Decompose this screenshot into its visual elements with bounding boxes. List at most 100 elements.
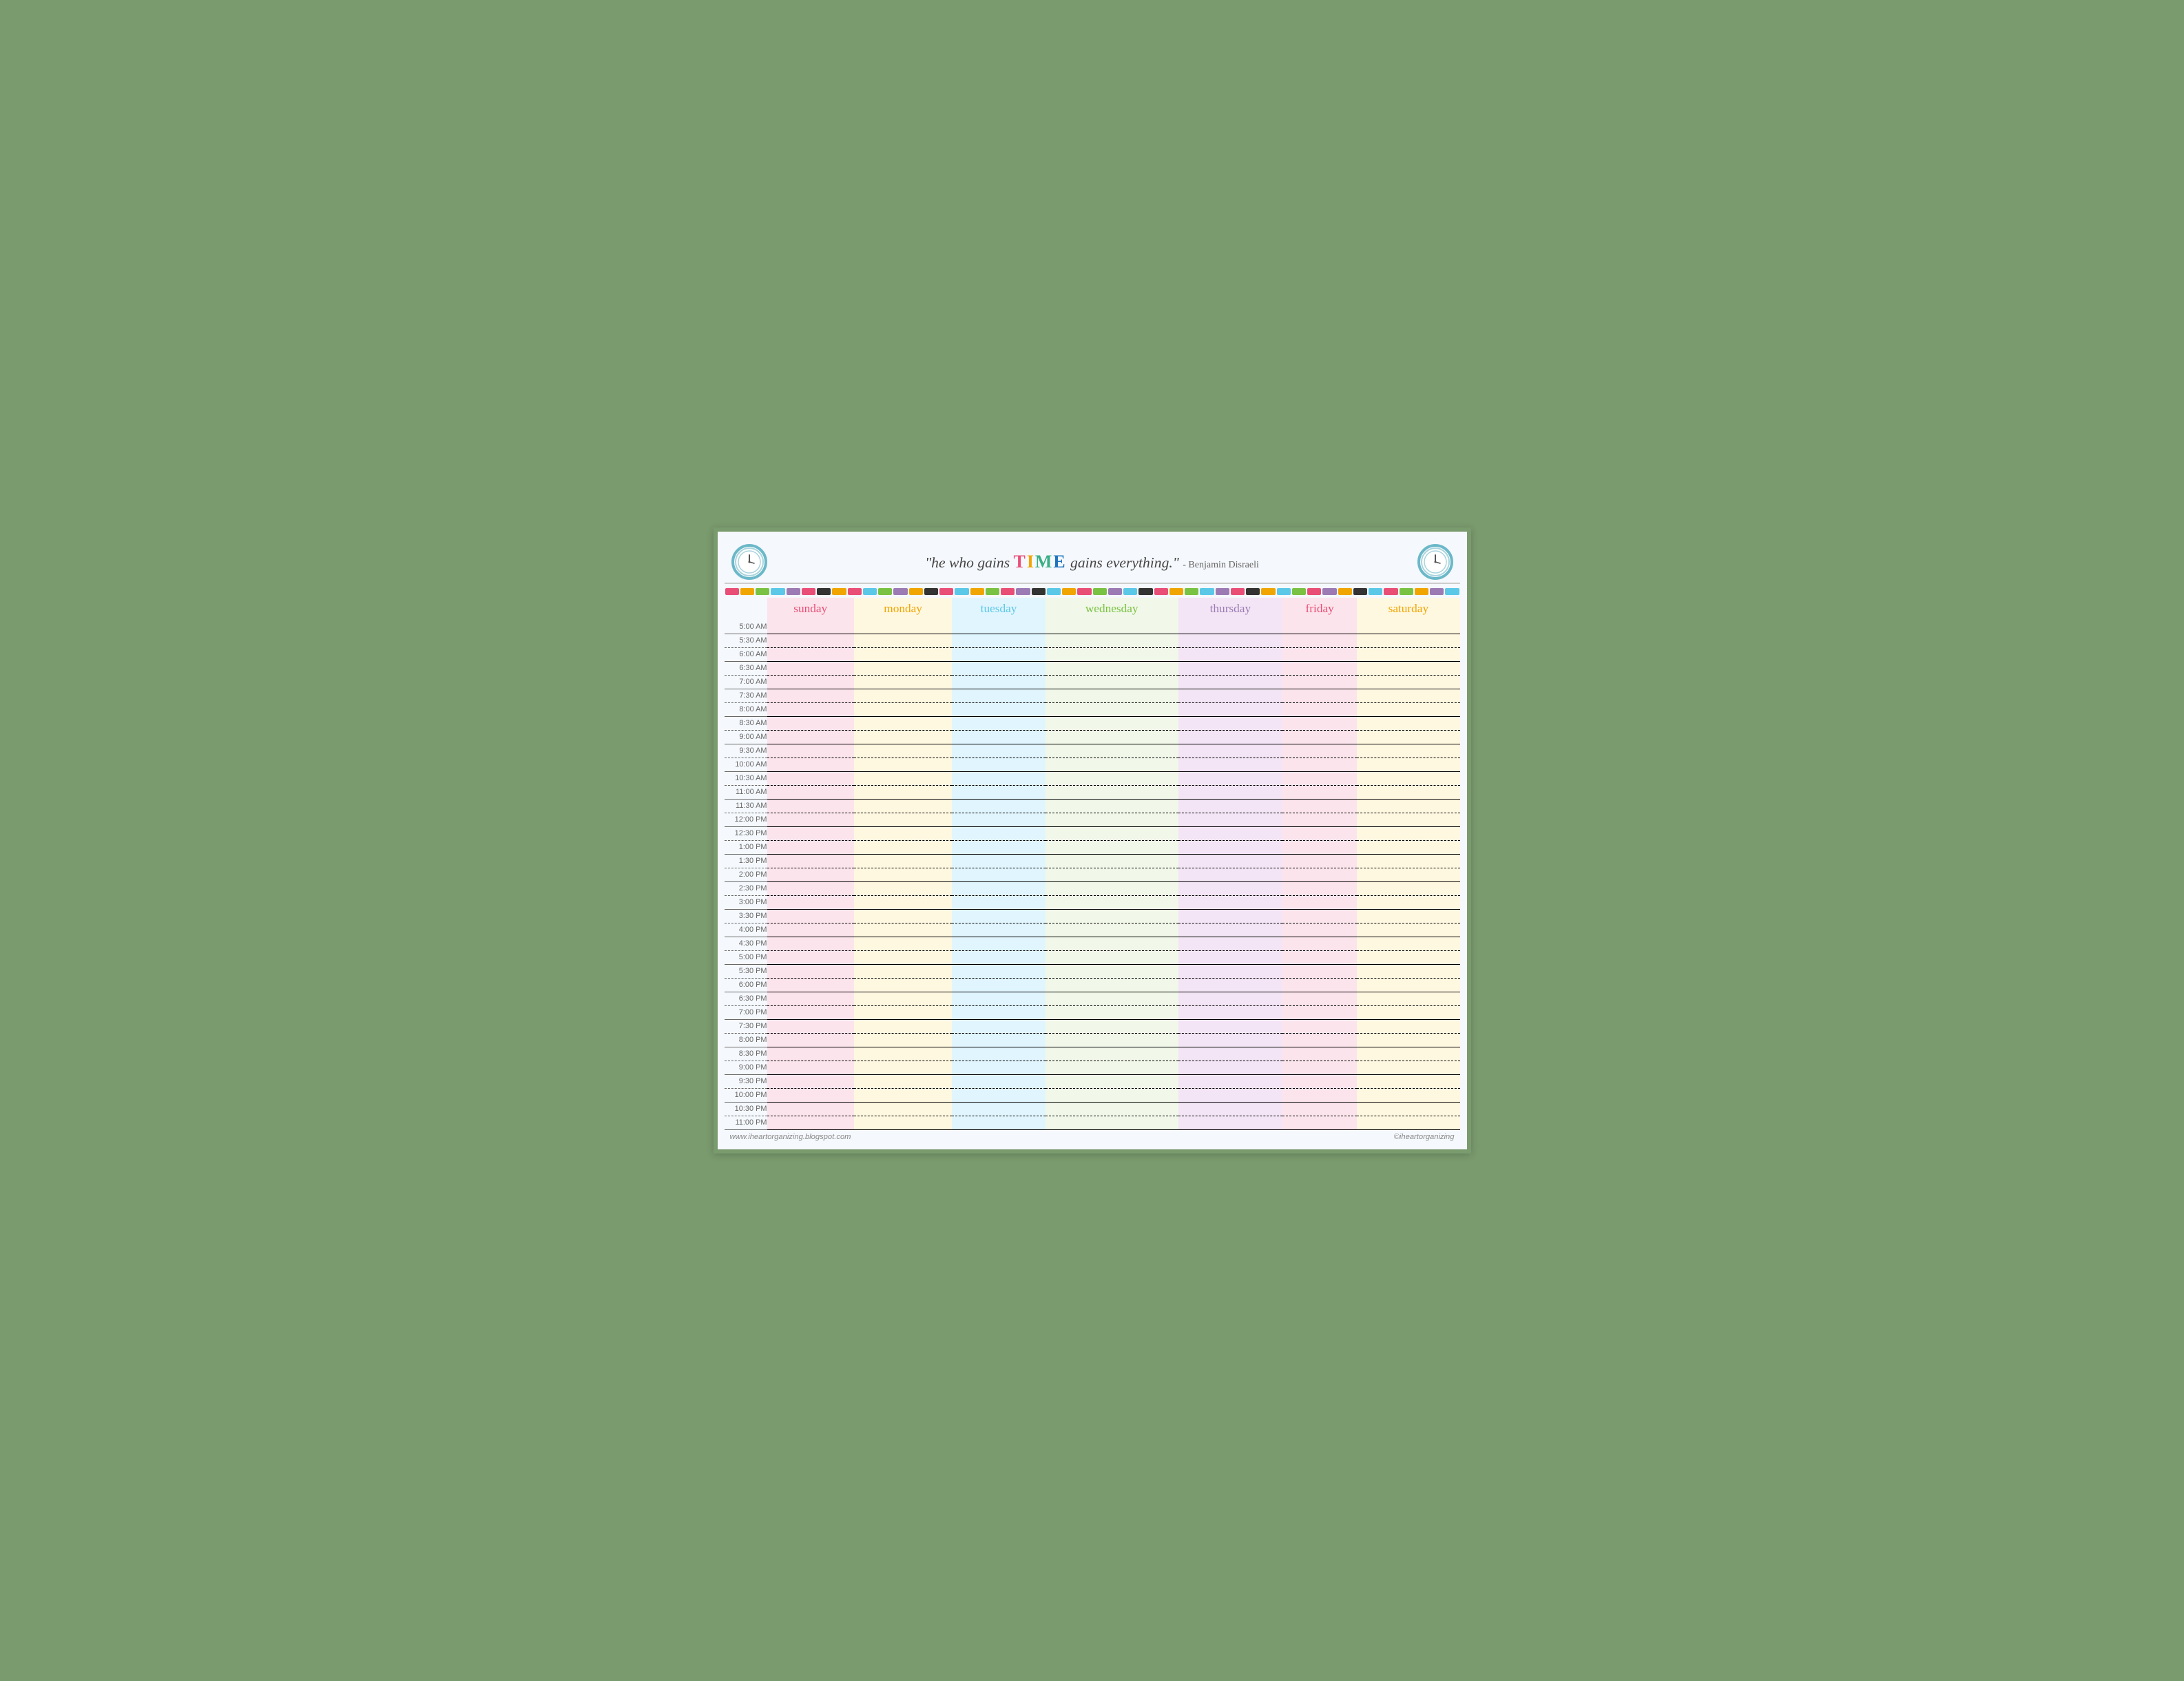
schedule-cell[interactable]: [1178, 785, 1283, 799]
schedule-cell[interactable]: [1178, 702, 1283, 716]
schedule-cell[interactable]: [952, 1047, 1046, 1061]
schedule-cell[interactable]: [952, 937, 1046, 950]
schedule-cell[interactable]: [854, 1074, 952, 1088]
schedule-cell[interactable]: [767, 1116, 854, 1129]
schedule-cell[interactable]: [1282, 634, 1357, 647]
schedule-cell[interactable]: [1046, 992, 1178, 1005]
schedule-cell[interactable]: [1357, 840, 1459, 854]
schedule-cell[interactable]: [952, 661, 1046, 675]
schedule-cell[interactable]: [1357, 950, 1459, 964]
schedule-cell[interactable]: [952, 689, 1046, 702]
schedule-cell[interactable]: [1046, 895, 1178, 909]
schedule-cell[interactable]: [1282, 950, 1357, 964]
schedule-cell[interactable]: [1178, 1074, 1283, 1088]
schedule-cell[interactable]: [1178, 758, 1283, 771]
schedule-cell[interactable]: [1178, 1116, 1283, 1129]
schedule-cell[interactable]: [952, 813, 1046, 826]
schedule-cell[interactable]: [854, 799, 952, 813]
schedule-cell[interactable]: [1046, 840, 1178, 854]
schedule-cell[interactable]: [1178, 1033, 1283, 1047]
schedule-cell[interactable]: [854, 634, 952, 647]
schedule-cell[interactable]: [1357, 675, 1459, 689]
schedule-cell[interactable]: [854, 813, 952, 826]
schedule-cell[interactable]: [1282, 826, 1357, 840]
schedule-cell[interactable]: [767, 675, 854, 689]
schedule-cell[interactable]: [1046, 1019, 1178, 1033]
schedule-cell[interactable]: [1178, 744, 1283, 758]
schedule-cell[interactable]: [1282, 937, 1357, 950]
schedule-cell[interactable]: [952, 923, 1046, 937]
schedule-cell[interactable]: [1046, 923, 1178, 937]
schedule-cell[interactable]: [1178, 1005, 1283, 1019]
schedule-cell[interactable]: [1357, 771, 1459, 785]
schedule-cell[interactable]: [1282, 895, 1357, 909]
schedule-cell[interactable]: [1178, 1088, 1283, 1102]
schedule-cell[interactable]: [1282, 1102, 1357, 1116]
schedule-cell[interactable]: [1046, 881, 1178, 895]
schedule-cell[interactable]: [1282, 1088, 1357, 1102]
schedule-cell[interactable]: [952, 950, 1046, 964]
schedule-cell[interactable]: [1282, 1116, 1357, 1129]
schedule-cell[interactable]: [1178, 716, 1283, 730]
schedule-cell[interactable]: [1357, 964, 1459, 978]
schedule-cell[interactable]: [1178, 1102, 1283, 1116]
schedule-cell[interactable]: [1357, 785, 1459, 799]
schedule-cell[interactable]: [952, 1061, 1046, 1074]
schedule-cell[interactable]: [1357, 689, 1459, 702]
schedule-cell[interactable]: [1357, 895, 1459, 909]
schedule-cell[interactable]: [1282, 992, 1357, 1005]
schedule-cell[interactable]: [952, 992, 1046, 1005]
schedule-cell[interactable]: [1046, 868, 1178, 881]
schedule-cell[interactable]: [1357, 909, 1459, 923]
schedule-cell[interactable]: [1282, 785, 1357, 799]
schedule-cell[interactable]: [1282, 661, 1357, 675]
schedule-cell[interactable]: [1046, 647, 1178, 661]
schedule-cell[interactable]: [854, 909, 952, 923]
schedule-cell[interactable]: [1357, 716, 1459, 730]
schedule-cell[interactable]: [1178, 950, 1283, 964]
schedule-cell[interactable]: [767, 785, 854, 799]
schedule-cell[interactable]: [854, 689, 952, 702]
schedule-cell[interactable]: [1178, 647, 1283, 661]
schedule-cell[interactable]: [1282, 702, 1357, 716]
schedule-cell[interactable]: [1046, 1033, 1178, 1047]
schedule-cell[interactable]: [1282, 1074, 1357, 1088]
schedule-cell[interactable]: [952, 634, 1046, 647]
schedule-cell[interactable]: [767, 826, 854, 840]
schedule-cell[interactable]: [1357, 1047, 1459, 1061]
schedule-cell[interactable]: [952, 771, 1046, 785]
schedule-cell[interactable]: [1357, 1074, 1459, 1088]
schedule-cell[interactable]: [952, 620, 1046, 634]
schedule-cell[interactable]: [1282, 675, 1357, 689]
schedule-cell[interactable]: [1282, 771, 1357, 785]
schedule-cell[interactable]: [1282, 716, 1357, 730]
schedule-cell[interactable]: [952, 1033, 1046, 1047]
schedule-cell[interactable]: [1178, 799, 1283, 813]
schedule-cell[interactable]: [1282, 868, 1357, 881]
schedule-cell[interactable]: [854, 1033, 952, 1047]
schedule-cell[interactable]: [1282, 799, 1357, 813]
schedule-cell[interactable]: [1282, 730, 1357, 744]
schedule-cell[interactable]: [767, 854, 854, 868]
schedule-cell[interactable]: [1357, 923, 1459, 937]
schedule-cell[interactable]: [952, 1074, 1046, 1088]
schedule-cell[interactable]: [1178, 868, 1283, 881]
schedule-cell[interactable]: [1046, 689, 1178, 702]
schedule-cell[interactable]: [952, 675, 1046, 689]
schedule-cell[interactable]: [854, 978, 952, 992]
schedule-cell[interactable]: [1357, 1116, 1459, 1129]
schedule-cell[interactable]: [1046, 634, 1178, 647]
schedule-cell[interactable]: [1046, 1074, 1178, 1088]
schedule-cell[interactable]: [1046, 826, 1178, 840]
schedule-cell[interactable]: [1282, 840, 1357, 854]
schedule-cell[interactable]: [1046, 978, 1178, 992]
schedule-cell[interactable]: [1178, 730, 1283, 744]
schedule-cell[interactable]: [1282, 854, 1357, 868]
schedule-cell[interactable]: [1282, 909, 1357, 923]
schedule-cell[interactable]: [854, 1047, 952, 1061]
schedule-cell[interactable]: [1178, 675, 1283, 689]
schedule-cell[interactable]: [1282, 689, 1357, 702]
schedule-cell[interactable]: [952, 1088, 1046, 1102]
schedule-cell[interactable]: [1282, 1047, 1357, 1061]
schedule-cell[interactable]: [854, 826, 952, 840]
